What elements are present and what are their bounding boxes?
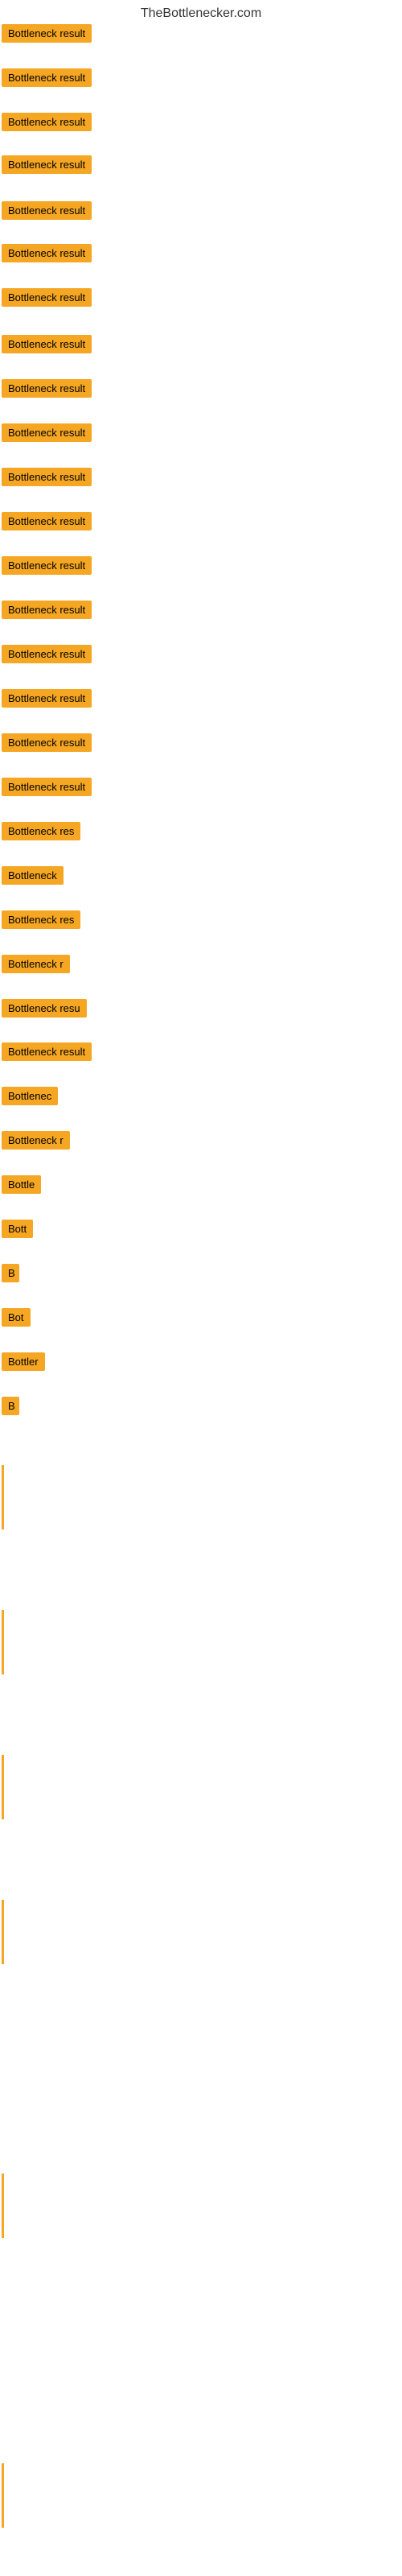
bottleneck-badge: Bott (2, 1220, 33, 1238)
bottleneck-badge: Bottleneck result (2, 733, 92, 752)
bottleneck-badge: Bottleneck result (2, 512, 92, 530)
bottleneck-badge: Bottlenec (2, 1087, 58, 1105)
bottleneck-item: Bottleneck result (2, 379, 92, 402)
vertical-line (2, 2174, 4, 2238)
bottleneck-item: Bottleneck result (2, 244, 92, 266)
bottleneck-item: Bottleneck result (2, 733, 92, 756)
bottleneck-item: B (2, 1264, 19, 1286)
bottleneck-badge: Bottle (2, 1175, 41, 1194)
bottleneck-item: Bottleneck res (2, 910, 80, 933)
bottleneck-item: Bottleneck res (2, 822, 80, 844)
bottleneck-badge: Bottleneck result (2, 423, 92, 442)
bottleneck-badge: Bottleneck result (2, 1042, 92, 1061)
bottleneck-item: B (2, 1397, 19, 1419)
bottleneck-item: Bottleneck result (2, 24, 92, 47)
bottleneck-badge: B (2, 1264, 19, 1282)
bottleneck-badge: Bottleneck result (2, 155, 92, 174)
bottleneck-item: Bottleneck r (2, 955, 70, 977)
bottleneck-item: Bottleneck result (2, 689, 92, 712)
bottleneck-item: Bottleneck result (2, 468, 92, 490)
bottleneck-badge: Bottleneck result (2, 68, 92, 87)
bottleneck-item: Bottleneck result (2, 335, 92, 357)
bottleneck-item: Bot (2, 1308, 31, 1331)
vertical-line (2, 1610, 4, 1674)
bottleneck-badge: Bottleneck result (2, 645, 92, 663)
bottleneck-item: Bottleneck result (2, 1042, 92, 1065)
bottleneck-badge: Bottleneck result (2, 113, 92, 131)
bottleneck-badge: B (2, 1397, 19, 1415)
bottleneck-item: Bottle (2, 1175, 41, 1198)
bottleneck-badge: Bottleneck res (2, 910, 80, 929)
bottleneck-badge: Bottleneck result (2, 201, 92, 220)
vertical-line (2, 1900, 4, 1964)
bottleneck-item: Bottleneck result (2, 556, 92, 579)
bottleneck-item: Bottleneck result (2, 113, 92, 135)
bottleneck-badge: Bottleneck result (2, 244, 92, 262)
bottleneck-item: Bottleneck resu (2, 999, 87, 1022)
bottleneck-item: Bottleneck (2, 866, 64, 889)
bottleneck-badge: Bottler (2, 1352, 45, 1371)
bottleneck-item: Bottleneck result (2, 201, 92, 224)
bottleneck-item: Bottleneck result (2, 601, 92, 623)
bottleneck-badge: Bot (2, 1308, 31, 1327)
bottleneck-item: Bottleneck result (2, 288, 92, 311)
bottleneck-item: Bottler (2, 1352, 45, 1375)
bottleneck-badge: Bottleneck r (2, 955, 70, 973)
site-title: TheBottlenecker.com (0, 0, 402, 27)
bottleneck-badge: Bottleneck (2, 866, 64, 885)
bottleneck-item: Bottleneck result (2, 778, 92, 800)
vertical-line (2, 2463, 4, 2528)
bottleneck-badge: Bottleneck result (2, 288, 92, 307)
bottleneck-item: Bottleneck result (2, 423, 92, 446)
bottleneck-item: Bottleneck result (2, 155, 92, 178)
bottleneck-badge: Bottleneck result (2, 556, 92, 575)
bottleneck-badge: Bottleneck res (2, 822, 80, 840)
bottleneck-badge: Bottleneck result (2, 468, 92, 486)
bottleneck-badge: Bottleneck result (2, 335, 92, 353)
bottleneck-item: Bottleneck result (2, 512, 92, 535)
bottleneck-item: Bottleneck result (2, 645, 92, 667)
bottleneck-badge: Bottleneck result (2, 601, 92, 619)
bottleneck-item: Bott (2, 1220, 33, 1242)
bottleneck-item: Bottlenec (2, 1087, 58, 1109)
bottleneck-item: Bottleneck r (2, 1131, 70, 1154)
bottleneck-item: Bottleneck result (2, 68, 92, 91)
vertical-line (2, 1465, 4, 1530)
bottleneck-badge: Bottleneck resu (2, 999, 87, 1018)
bottleneck-badge: Bottleneck result (2, 379, 92, 398)
vertical-line (2, 1755, 4, 1819)
bottleneck-badge: Bottleneck result (2, 689, 92, 708)
bottleneck-badge: Bottleneck result (2, 778, 92, 796)
bottleneck-badge: Bottleneck r (2, 1131, 70, 1150)
